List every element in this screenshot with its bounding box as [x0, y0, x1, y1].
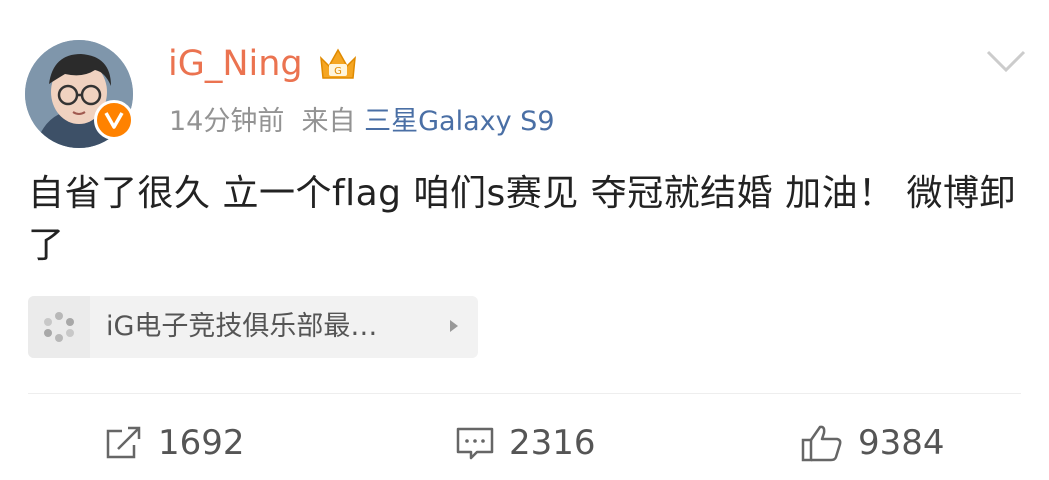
chevron-down-icon[interactable] — [985, 48, 1027, 74]
post-time: 14分钟前 — [169, 106, 285, 137]
username[interactable]: iG_Ning — [168, 42, 303, 86]
topic-card[interactable]: iG电子竞技俱乐部最… — [28, 296, 478, 358]
repost-button[interactable]: 1692 — [104, 418, 245, 468]
topic-sparkle-icon — [28, 296, 90, 358]
like-button[interactable]: 9384 — [800, 418, 945, 468]
arrow-right-icon — [450, 320, 458, 332]
verified-v-icon — [94, 100, 134, 140]
topic-label: iG电子竞技俱乐部最… — [106, 311, 378, 342]
crown-member-icon[interactable]: G — [317, 44, 359, 84]
like-count: 9384 — [858, 423, 945, 463]
comment-count: 2316 — [509, 423, 596, 463]
post-meta: 14分钟前 来自 三星Galaxy S9 — [169, 104, 555, 140]
like-icon — [801, 425, 842, 462]
comment-icon — [456, 427, 494, 460]
divider — [28, 393, 1021, 394]
post-content: 自省了很久 立一个flag 咱们s赛见 夺冠就结婚 加油！ 微博卸了 — [28, 173, 1017, 266]
comment-button[interactable]: 2316 — [455, 418, 596, 468]
svg-text:G: G — [334, 66, 342, 77]
repost-count: 1692 — [158, 423, 245, 463]
source-prefix: 来自 — [301, 106, 356, 137]
repost-icon — [106, 426, 141, 459]
device-link[interactable]: 三星Galaxy S9 — [364, 106, 554, 137]
